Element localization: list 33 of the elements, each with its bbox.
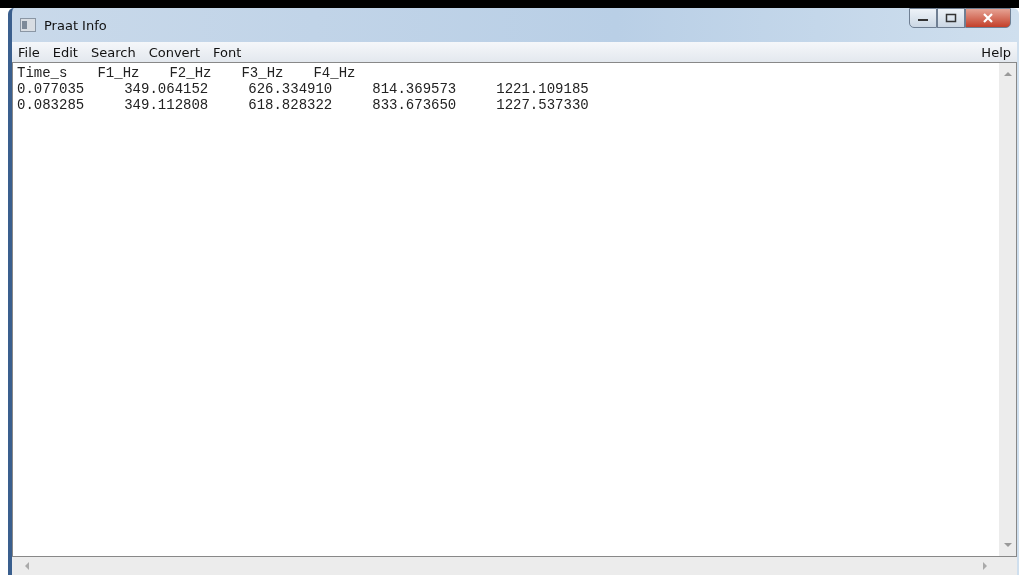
close-icon bbox=[982, 13, 994, 23]
table-cell: 1227.537330 bbox=[496, 97, 589, 113]
column-heading: F3_Hz bbox=[241, 65, 284, 81]
table-cell: 349.064152 bbox=[124, 81, 209, 97]
table-cell: 833.673650 bbox=[372, 97, 457, 113]
column-heading: F1_Hz bbox=[97, 65, 140, 81]
table-cell: 0.083285 bbox=[17, 97, 85, 113]
maximize-button[interactable] bbox=[937, 8, 965, 28]
menu-item[interactable]: Edit bbox=[52, 44, 78, 60]
column-heading: F2_Hz bbox=[169, 65, 212, 81]
vertical-scrollbar[interactable] bbox=[999, 63, 1016, 556]
scroll-down-icon bbox=[1003, 542, 1012, 548]
table-cell: 0.077035 bbox=[17, 81, 85, 97]
maximize-icon bbox=[945, 13, 957, 23]
window-title: Praat Info bbox=[44, 17, 107, 33]
column-heading: Time_s bbox=[17, 65, 68, 81]
table-cell: 349.112808 bbox=[124, 97, 209, 113]
scroll-right-icon bbox=[982, 562, 988, 570]
table-cell: 626.334910 bbox=[248, 81, 333, 97]
close-button[interactable] bbox=[965, 8, 1011, 28]
menu-item[interactable]: Help bbox=[981, 44, 1011, 60]
minimize-button[interactable] bbox=[909, 8, 937, 28]
table-cell: 1221.109185 bbox=[496, 81, 589, 97]
scroll-left-icon bbox=[24, 562, 30, 570]
app-icon bbox=[20, 18, 36, 32]
table-cell: 618.828322 bbox=[248, 97, 333, 113]
menu-item[interactable]: Search bbox=[90, 44, 136, 60]
menu-item[interactable]: Convert bbox=[148, 44, 201, 60]
table-cell: 814.369573 bbox=[372, 81, 457, 97]
scroll-up-icon bbox=[1003, 71, 1012, 77]
menu-item[interactable]: File bbox=[18, 44, 40, 60]
column-heading: F4_Hz bbox=[313, 65, 356, 81]
menu-item[interactable]: Font bbox=[213, 44, 242, 60]
